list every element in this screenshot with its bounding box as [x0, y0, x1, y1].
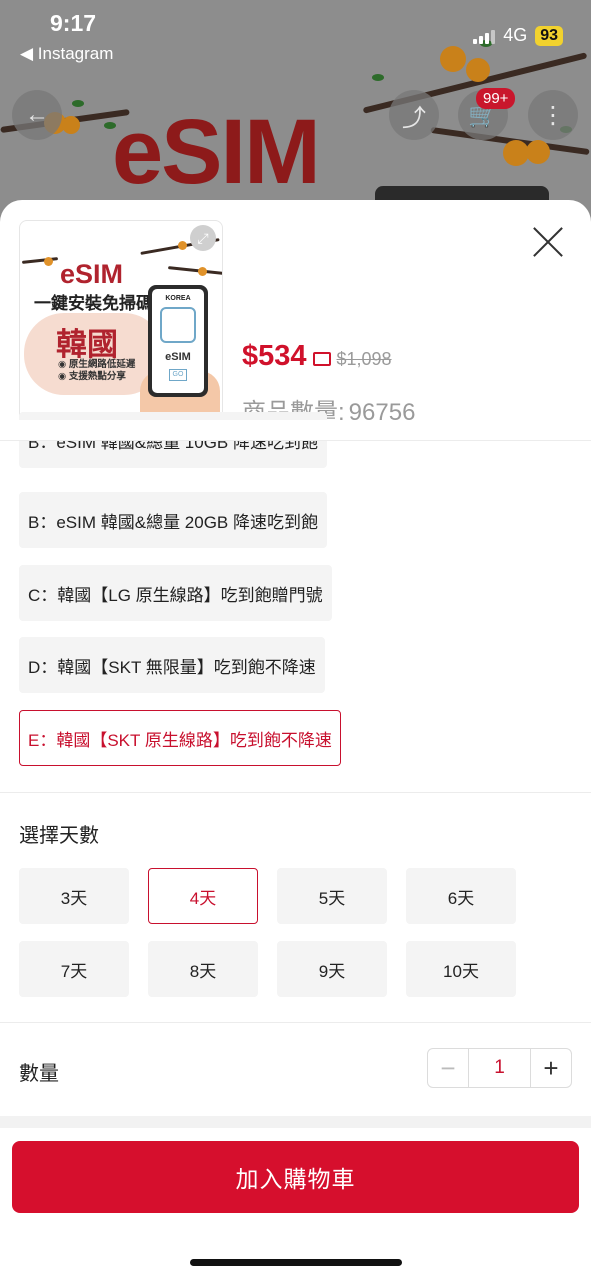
share-icon[interactable]: ⤴: [389, 90, 439, 140]
leaf-decoration: [372, 74, 384, 81]
thumbnail-bullet: ◉ 支援熱點分享: [58, 371, 126, 382]
product-options-sheet: eSIM 一鍵安裝免掃碼 韓國 ◉ 原生網路低延遲 ◉ 支援熱點分享 KOREA…: [0, 200, 591, 1280]
thumbnail-bullet: ◉ 原生網路低延遲: [58, 359, 136, 370]
cart-count-badge: 99+: [476, 88, 516, 109]
decrease-quantity-button[interactable]: −: [428, 1049, 468, 1087]
expand-icon[interactable]: ⤢: [190, 225, 216, 251]
branch-decoration: [167, 266, 222, 275]
day-option[interactable]: 3天: [19, 868, 129, 924]
signal-icon: [473, 28, 496, 44]
plan-option[interactable]: D：韓國【SKT 無限量】吃到飽不降速: [19, 637, 325, 693]
status-bar: 9:17 ◀ Instagram 4G 93: [0, 0, 591, 70]
thumbnail-country: 韓國: [56, 327, 118, 362]
divider: [0, 792, 591, 793]
close-icon[interactable]: [530, 224, 566, 260]
product-thumbnail[interactable]: eSIM 一鍵安裝免掃碼 韓國 ◉ 原生網路低延遲 ◉ 支援熱點分享 KOREA…: [19, 220, 223, 422]
thumbnail-bullets: ◉ 原生網路低延遲 ◉ 支援熱點分享: [58, 359, 135, 383]
quantity-label: 數量: [19, 1063, 59, 1085]
scroll-clip: [0, 420, 591, 440]
background-title: eSIM: [112, 101, 321, 203]
divider: [0, 1022, 591, 1023]
more-options-icon[interactable]: ⋮: [528, 90, 578, 140]
day-option[interactable]: 10天: [406, 941, 516, 997]
home-indicator: [190, 1259, 402, 1266]
network-type: 4G: [503, 25, 528, 45]
coupon-icon: [312, 352, 331, 366]
add-to-cart-button[interactable]: 加入購物車: [12, 1141, 579, 1213]
day-option[interactable]: 7天: [19, 941, 129, 997]
phone-illustration: KOREA eSIM GO: [148, 285, 208, 397]
back-to-app-link[interactable]: ◀ Instagram: [20, 44, 113, 64]
thumbnail-esim-text: eSIM: [60, 259, 124, 289]
thumbnail-subtitle: 一鍵安裝免掃碼: [34, 294, 153, 313]
quantity-input[interactable]: 1: [468, 1049, 531, 1087]
plan-option[interactable]: C：韓國【LG 原生線路】吃到飽贈門號: [19, 565, 332, 621]
section-separator: [0, 1116, 591, 1128]
day-option[interactable]: 6天: [406, 868, 516, 924]
original-price: $1,098: [336, 349, 392, 369]
status-indicators: 4G 93: [473, 25, 563, 46]
back-arrow-icon[interactable]: ←: [12, 90, 62, 140]
days-section-title: 選擇天數: [19, 825, 99, 847]
orange-decoration: [62, 116, 80, 134]
phone-brand: eSIM: [165, 351, 191, 363]
increase-quantity-button[interactable]: +: [531, 1049, 571, 1087]
leaf-decoration: [72, 100, 84, 107]
phone-screen: KOREA eSIM GO: [152, 289, 204, 393]
orange-decoration: [198, 267, 207, 276]
plan-option-selected[interactable]: E：韓國【SKT 原生線路】吃到飽不降速: [19, 710, 341, 766]
quantity-stepper: − 1 +: [427, 1048, 572, 1088]
day-option-selected[interactable]: 4天: [148, 868, 258, 924]
price-row: $534 $1,098: [242, 340, 392, 373]
orange-decoration: [44, 257, 53, 266]
day-option[interactable]: 8天: [148, 941, 258, 997]
divider: [0, 440, 591, 441]
battery-icon: 93: [535, 25, 563, 46]
day-option[interactable]: 9天: [277, 941, 387, 997]
day-option[interactable]: 5天: [277, 868, 387, 924]
phone-region: KOREA: [165, 295, 191, 302]
orange-decoration: [526, 140, 550, 164]
qr-icon: [160, 307, 196, 343]
plan-option[interactable]: B：eSIM 韓國&總量 20GB 降速吃到飽: [19, 492, 327, 548]
orange-decoration: [178, 241, 187, 250]
sale-price: $534: [242, 340, 307, 372]
status-time: 9:17: [50, 10, 97, 36]
phone-go-label: GO: [169, 369, 187, 381]
